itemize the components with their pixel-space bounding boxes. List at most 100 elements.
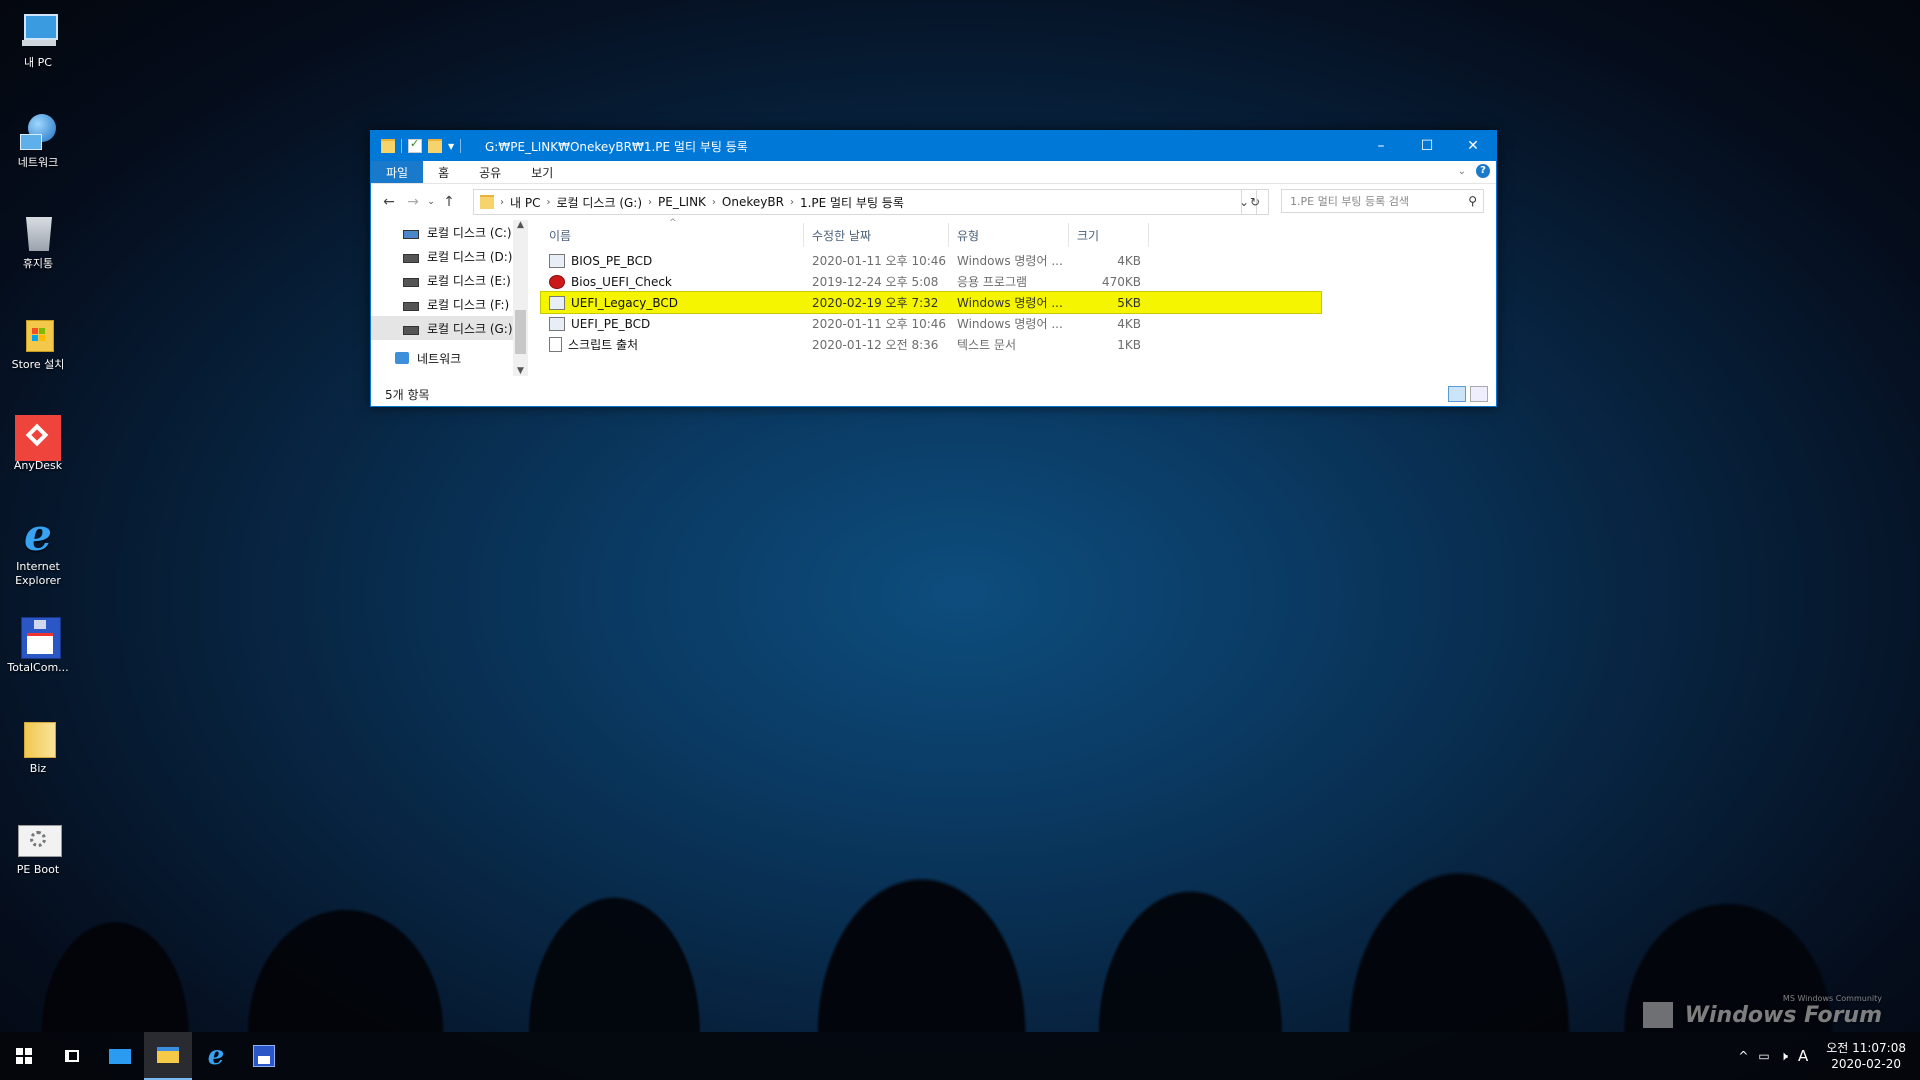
content-area: 로컬 디스크 (C:) 로컬 디스크 (D:) 로컬 디스크 (E:) 로컬 디… bbox=[371, 218, 1496, 380]
breadcrumb-item[interactable]: 1.PE 멀티 부팅 등록 bbox=[794, 194, 910, 211]
breadcrumb-item[interactable]: PE_LINK bbox=[652, 195, 712, 209]
batch-file-icon bbox=[549, 295, 565, 310]
file-size: 5KB bbox=[1117, 295, 1141, 310]
view-buttons bbox=[1448, 386, 1488, 402]
nav-item-network[interactable]: 네트워크 bbox=[371, 346, 528, 370]
file-type: Windows 명령어 ... bbox=[957, 317, 1063, 331]
file-name-cell: UEFI_PE_BCD bbox=[541, 316, 804, 331]
scroll-up-icon[interactable]: ▲ bbox=[513, 220, 528, 230]
file-row[interactable]: BIOS_PE_BCD 2020-01-11 오후 10:46 Windows 명령… bbox=[541, 250, 1321, 271]
start-button[interactable] bbox=[0, 1032, 48, 1080]
desktop-icon-recycle-bin[interactable]: 휴지통 bbox=[2, 207, 74, 271]
network-icon bbox=[395, 352, 409, 364]
nav-item-label: 로컬 디스크 (G:) bbox=[427, 321, 513, 336]
column-header-size[interactable]: 크기 bbox=[1069, 223, 1149, 247]
task-view-button[interactable] bbox=[48, 1032, 96, 1080]
clock[interactable]: 오전 11:07:08 2020-02-20 bbox=[1826, 1040, 1906, 1072]
title-bar[interactable]: ▼ G:₩PE_LINK₩OnekeyBR₩1.PE 멀티 부팅 등록 – ☐ … bbox=[371, 131, 1496, 161]
drive-icon bbox=[403, 229, 419, 239]
nav-item-drive-f[interactable]: 로컬 디스크 (F:) bbox=[371, 292, 528, 316]
desktop-icon-my-pc[interactable]: 내 PC bbox=[2, 6, 74, 70]
breadcrumb-item[interactable]: 내 PC bbox=[504, 194, 546, 211]
details-view-icon[interactable] bbox=[1448, 386, 1466, 402]
recent-locations-button[interactable]: ⌄ bbox=[425, 197, 437, 207]
taskbar-app-total-commander[interactable] bbox=[240, 1032, 288, 1080]
nav-item-drive-d[interactable]: 로컬 디스크 (D:) bbox=[371, 244, 528, 268]
minimize-button[interactable]: – bbox=[1358, 131, 1404, 161]
folder-icon bbox=[18, 718, 58, 758]
forward-button[interactable]: → bbox=[401, 194, 425, 210]
tab-view[interactable]: 보기 bbox=[516, 161, 568, 183]
search-icon[interactable]: ⚲ bbox=[1468, 194, 1477, 208]
desktop-icon bbox=[109, 1048, 131, 1064]
expand-ribbon-icon[interactable]: ⌄ bbox=[1458, 166, 1466, 177]
file-row[interactable]: UEFI_PE_BCD 2020-01-11 오후 10:46 Windows 명령… bbox=[541, 313, 1321, 334]
desktop-icon-anydesk[interactable]: AnyDesk bbox=[2, 409, 74, 473]
wallpaper-trees bbox=[0, 702, 1920, 1032]
network-status-icon[interactable]: ▭ bbox=[1758, 1049, 1769, 1063]
drive-icon bbox=[403, 301, 419, 311]
file-row[interactable]: UEFI_Legacy_BCD 2020-02-19 오후 7:32 Windows… bbox=[540, 291, 1322, 314]
taskbar: e ^ ▭ 🕨 A 오전 11:07:08 2020-02-20 bbox=[0, 1032, 1920, 1080]
search-placeholder: 1.PE 멀티 부팅 등록 검색 bbox=[1290, 195, 1410, 208]
maximize-button[interactable]: ☐ bbox=[1404, 131, 1450, 161]
up-button[interactable]: ↑ bbox=[437, 194, 461, 210]
file-explorer-window: ▼ G:₩PE_LINK₩OnekeyBR₩1.PE 멀티 부팅 등록 – ☐ … bbox=[370, 130, 1497, 407]
file-type: Windows 명령어 ... bbox=[957, 254, 1063, 268]
item-count: 5개 항목 bbox=[385, 387, 430, 402]
file-size: 4KB bbox=[1117, 316, 1141, 331]
volume-icon[interactable]: 🕨 bbox=[1780, 1049, 1788, 1064]
file-name: BIOS_PE_BCD bbox=[571, 253, 653, 268]
file-name: Bios_UEFI_Check bbox=[571, 274, 672, 289]
large-icons-view-icon[interactable] bbox=[1470, 386, 1488, 402]
desktop-icon-label: 휴지통 bbox=[22, 257, 54, 270]
refresh-button[interactable]: ↻ bbox=[1241, 189, 1269, 215]
address-bar[interactable]: › 내 PC › 로컬 디스크 (G:) › PE_LINK › OnekeyB… bbox=[473, 189, 1257, 215]
desktop-icon-label: 네트워크 bbox=[17, 156, 59, 169]
breadcrumb-item[interactable]: 로컬 디스크 (G:) bbox=[550, 194, 648, 211]
help-icon[interactable]: ? bbox=[1476, 164, 1490, 178]
column-header-date[interactable]: 수정한 날짜 bbox=[804, 223, 949, 247]
column-header-type[interactable]: 유형 bbox=[949, 223, 1069, 247]
desktop-icon-label: TotalCom... bbox=[7, 661, 69, 674]
scroll-down-icon[interactable]: ▼ bbox=[513, 366, 528, 376]
file-row[interactable]: Bios_UEFI_Check 2019-12-24 오후 5:08 응용 프로그램… bbox=[541, 271, 1321, 292]
input-method-indicator[interactable]: A bbox=[1798, 1047, 1808, 1065]
chevron-down-icon[interactable]: ▼ bbox=[448, 142, 454, 151]
back-button[interactable]: ← bbox=[377, 194, 401, 210]
nav-item-drive-c[interactable]: 로컬 디스크 (C:) bbox=[371, 220, 528, 244]
desktop-icon-network[interactable]: 네트워크 bbox=[2, 106, 74, 170]
desktop-icon-label: 내 PC bbox=[24, 56, 52, 69]
breadcrumb-item[interactable]: OnekeyBR bbox=[716, 195, 790, 209]
window-title: G:₩PE_LINK₩OnekeyBR₩1.PE 멀티 부팅 등록 bbox=[485, 139, 748, 154]
scroll-thumb[interactable] bbox=[515, 310, 526, 354]
taskbar-app-internet-explorer[interactable]: e bbox=[192, 1032, 240, 1080]
desktop-icon-total-commander[interactable]: TotalCom... bbox=[2, 611, 74, 675]
properties-icon[interactable] bbox=[408, 137, 422, 153]
separator bbox=[401, 139, 402, 153]
new-folder-icon[interactable] bbox=[428, 139, 442, 153]
taskbar-app-desktop[interactable] bbox=[96, 1032, 144, 1080]
search-input[interactable]: 1.PE 멀티 부팅 등록 검색 ⚲ bbox=[1281, 189, 1484, 213]
file-date: 2020-02-19 오후 7:32 bbox=[812, 296, 939, 310]
nav-scrollbar[interactable]: ▲ ▼ bbox=[513, 220, 528, 376]
tab-share[interactable]: 공유 bbox=[464, 161, 516, 183]
tab-file[interactable]: 파일 bbox=[371, 161, 424, 183]
show-hidden-icons-icon[interactable]: ^ bbox=[1738, 1049, 1748, 1063]
taskbar-app-file-explorer[interactable] bbox=[144, 1032, 192, 1080]
ribbon-tabs: 파일 홈 공유 보기 ⌄ ? bbox=[371, 161, 1496, 184]
desktop-icon-biz[interactable]: Biz bbox=[2, 712, 74, 776]
desktop-icon-pe-boot[interactable]: PE Boot bbox=[2, 813, 74, 877]
file-explorer-icon bbox=[157, 1047, 179, 1063]
tab-home[interactable]: 홈 bbox=[423, 161, 464, 183]
close-button[interactable]: ✕ bbox=[1450, 131, 1496, 161]
desktop-icon-internet-explorer[interactable]: e Internet Explorer bbox=[2, 510, 74, 588]
desktop-icon-store[interactable]: Store 설치 bbox=[2, 308, 74, 372]
nav-item-drive-g[interactable]: 로컬 디스크 (G:) bbox=[371, 316, 528, 340]
file-date: 2020-01-12 오전 8:36 bbox=[812, 338, 939, 352]
file-date: 2019-12-24 오후 5:08 bbox=[812, 275, 939, 289]
drive-icon bbox=[403, 253, 419, 263]
file-row[interactable]: 스크립트 출처 2020-01-12 오전 8:36 텍스트 문서 1KB bbox=[541, 334, 1321, 355]
nav-item-drive-e[interactable]: 로컬 디스크 (E:) bbox=[371, 268, 528, 292]
system-tray: ^ ▭ 🕨 A 오전 11:07:08 2020-02-20 bbox=[1738, 1032, 1906, 1080]
